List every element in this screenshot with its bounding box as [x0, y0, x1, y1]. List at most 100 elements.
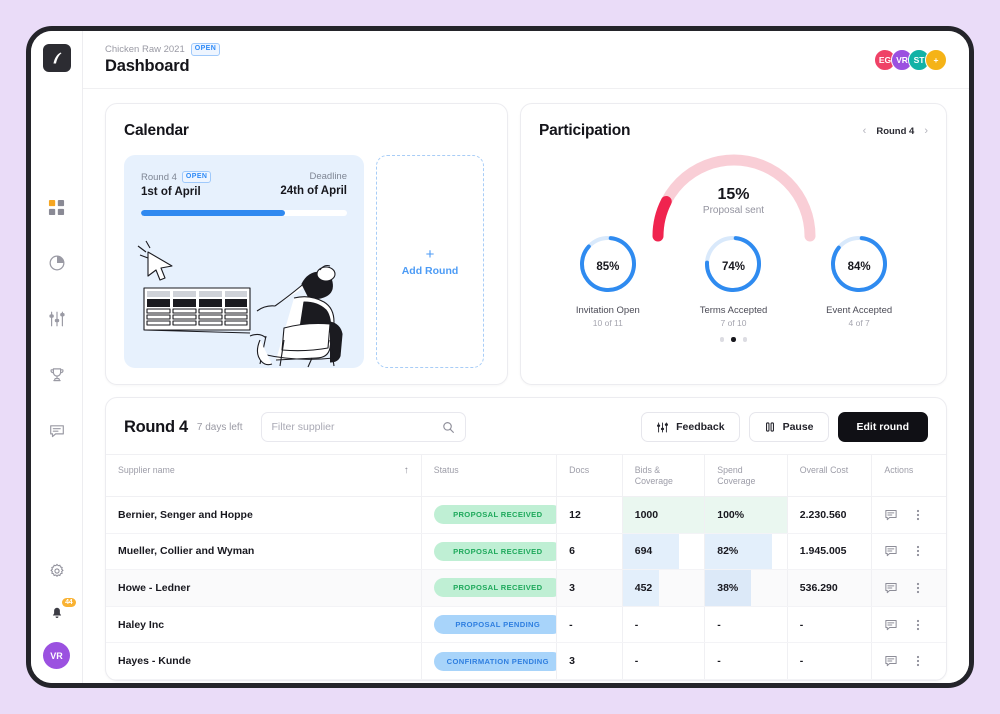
- gauge-label: Proposal sent: [702, 205, 765, 216]
- cell-overall-cost: -: [786, 642, 872, 680]
- cell-value: -: [717, 618, 721, 631]
- table-row[interactable]: Bernier, Senger and Hoppe PROPOSAL RECEIV…: [106, 496, 946, 534]
- table-row[interactable]: Mueller, Collier and Wyman PROPOSAL RECEI…: [106, 533, 946, 571]
- cell-value: 1000: [634, 508, 659, 521]
- status-badge: PROPOSAL RECEIVED: [433, 541, 557, 561]
- column-spend-coverage[interactable]: Spend Coverage: [704, 454, 788, 497]
- comment-icon: [885, 656, 898, 667]
- sidebar-item-awards[interactable]: [42, 360, 72, 390]
- more-options-button[interactable]: [912, 655, 924, 667]
- edit-round-button-label: Edit round: [856, 421, 910, 433]
- more-vertical-icon: [917, 619, 920, 630]
- app-logo-icon[interactable]: [42, 44, 71, 72]
- status-badge: OPEN: [190, 43, 221, 56]
- breadcrumb-text: Chicken Raw 2021: [105, 43, 185, 55]
- cell-actions: [871, 642, 946, 680]
- column-overall-cost[interactable]: Overall Cost: [786, 454, 872, 497]
- sidebar: 44 VR: [31, 31, 83, 683]
- round-tile[interactable]: Round 4 OPEN 1st of April Deadline 24th …: [124, 155, 364, 368]
- add-round-button[interactable]: + Add Round: [376, 155, 484, 368]
- donut-percent: 74%: [721, 260, 745, 273]
- comment-button[interactable]: [884, 581, 898, 595]
- pagination-dot[interactable]: [742, 337, 748, 342]
- more-options-button[interactable]: [912, 619, 924, 631]
- cell-spend-coverage: 82%: [704, 533, 788, 571]
- feedback-button[interactable]: Feedback: [641, 412, 740, 442]
- sidebar-item-messages[interactable]: [42, 416, 72, 446]
- cell-docs: 6: [556, 533, 623, 571]
- gauge-percent: 15%: [717, 186, 750, 203]
- participation-title: Participation: [539, 122, 631, 139]
- cell-status: PROPOSAL RECEIVED: [420, 569, 557, 607]
- pagination-dot[interactable]: [731, 337, 736, 342]
- donut-label: Event Accepted: [826, 305, 893, 316]
- cell-value: 38%: [717, 581, 739, 594]
- next-round-button[interactable]: ›: [924, 125, 928, 137]
- cell-actions: [871, 606, 946, 644]
- cell-bids-coverage: 452: [621, 569, 705, 607]
- cell-actions: [871, 496, 946, 534]
- calendar-illustration: [137, 240, 343, 368]
- more-vertical-icon: [917, 546, 920, 557]
- calendar-body: Round 4 OPEN 1st of April Deadline 24th …: [124, 155, 489, 368]
- arrow-up-icon[interactable]: ↑: [404, 465, 409, 478]
- more-vertical-icon: [917, 582, 920, 594]
- table-row[interactable]: Howe - Ledner PROPOSAL RECEIVED 3 452 38% 536…: [106, 569, 946, 607]
- notifications-button[interactable]: 44: [44, 598, 76, 627]
- avatar-+[interactable]: +: [925, 48, 947, 71]
- donut-sublabel: 4 of 7: [848, 318, 870, 328]
- donut-sublabel: 10 of 11: [592, 318, 623, 328]
- column-actions: Actions: [871, 454, 946, 497]
- topbar: Chicken Raw 2021 OPEN Dashboard EG VR ST +: [83, 31, 969, 89]
- days-left-label: 7 days left: [196, 421, 243, 433]
- comment-button[interactable]: [884, 618, 898, 632]
- search-box[interactable]: [260, 412, 466, 442]
- column-docs[interactable]: Docs: [556, 454, 623, 497]
- prev-round-button[interactable]: ‹: [863, 125, 867, 137]
- column-label: Supplier name: [118, 465, 175, 475]
- table-action-buttons: Feedback Pause Edit round: [641, 412, 928, 442]
- comment-button[interactable]: [884, 508, 898, 522]
- cell-value: 452: [634, 581, 653, 594]
- carousel-pagination: [539, 337, 928, 342]
- deadline-date: 24th of April: [280, 185, 347, 197]
- more-vertical-icon: [917, 509, 920, 520]
- comment-button[interactable]: [884, 544, 898, 558]
- sidebar-bottom: 44 VR: [31, 556, 82, 669]
- more-options-button[interactable]: [912, 545, 924, 557]
- user-avatar[interactable]: VR: [43, 642, 70, 669]
- more-options-button[interactable]: [912, 582, 924, 594]
- sliders-icon: [657, 421, 669, 433]
- sidebar-item-analytics[interactable]: [42, 248, 72, 278]
- column-bids-coverage[interactable]: Bids & Coverage: [621, 454, 705, 497]
- cell-bids-coverage: -: [621, 642, 705, 680]
- sidebar-item-filters[interactable]: [42, 304, 72, 334]
- cell-bids-coverage: 1000: [621, 496, 705, 534]
- cell-bids-coverage: -: [621, 606, 705, 644]
- settings-button[interactable]: [42, 556, 72, 586]
- round-start-date: 1st of April: [141, 186, 201, 199]
- pagination-dot[interactable]: [719, 337, 725, 342]
- search-input[interactable]: [271, 421, 442, 433]
- pause-button[interactable]: Pause: [748, 412, 829, 442]
- search-icon: [442, 421, 454, 433]
- cell-docs: 12: [556, 496, 623, 534]
- page-title: Dashboard: [105, 56, 190, 75]
- column-supplier-name[interactable]: Supplier name ↑: [106, 454, 422, 497]
- donut-2: 74% Terms Accepted 7 of 10: [678, 233, 788, 328]
- donut-group: 85% Invitation Open 10 of 11 74% Terms Accep…: [539, 233, 928, 328]
- feedback-button-label: Feedback: [676, 421, 725, 433]
- cell-status: CONFIRMATION PENDING: [420, 642, 557, 680]
- table-row[interactable]: Haley Inc PROPOSAL PENDING - - - -: [106, 606, 946, 644]
- comment-button[interactable]: [884, 654, 898, 668]
- round-tile-right: Deadline 24th of April: [280, 171, 347, 197]
- page-heading: Chicken Raw 2021 OPEN Dashboard: [105, 43, 221, 75]
- more-options-button[interactable]: [912, 509, 924, 521]
- column-status[interactable]: Status: [420, 454, 557, 497]
- table-row[interactable]: Hayes - Kunde CONFIRMATION PENDING 3- - -: [106, 642, 946, 680]
- sidebar-item-dashboard[interactable]: [42, 192, 72, 222]
- main-area: Chicken Raw 2021 OPEN Dashboard EG VR ST + …: [83, 31, 969, 683]
- sliders-icon: [48, 311, 65, 327]
- edit-round-button[interactable]: Edit round: [837, 412, 928, 442]
- grid-icon: [48, 199, 65, 215]
